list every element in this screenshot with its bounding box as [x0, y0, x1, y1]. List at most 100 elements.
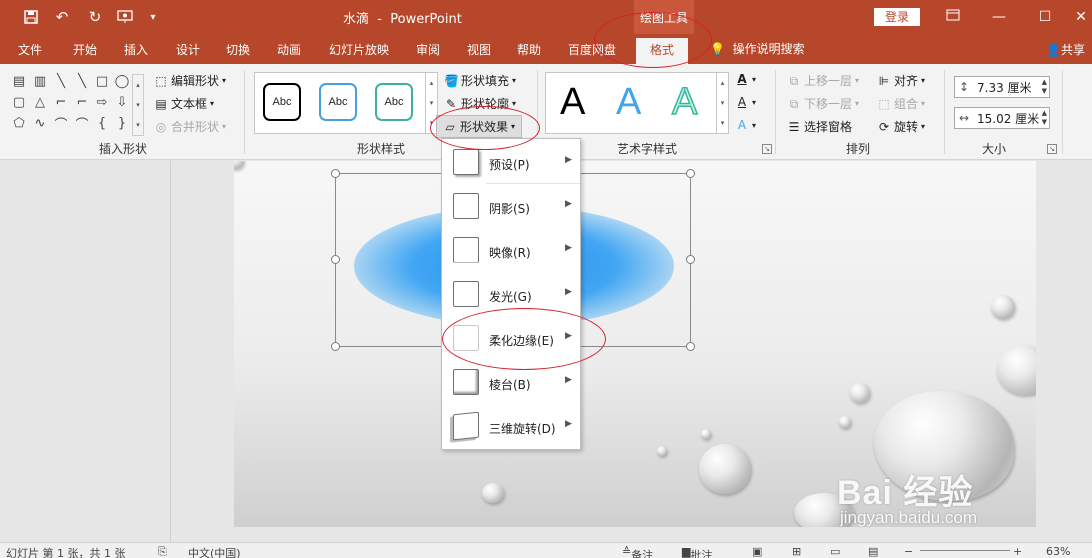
resize-handle[interactable]	[331, 169, 340, 178]
language-indicator[interactable]: 中文(中国)	[188, 545, 241, 558]
shape-fill-button[interactable]: 🪣 形状填充 ▾	[444, 72, 516, 89]
reading-view-icon[interactable]: ▭	[830, 545, 840, 558]
tab-design[interactable]: 设计	[176, 41, 200, 58]
save-icon[interactable]	[20, 7, 42, 27]
zoom-slider[interactable]	[920, 550, 1010, 551]
tab-home[interactable]: 开始	[73, 41, 97, 58]
bring-forward-button[interactable]: ⧉ 上移一层 ▾	[787, 72, 859, 89]
zoom-in-icon[interactable]: +	[1013, 545, 1022, 558]
submenu-arrow-icon: ▶	[565, 243, 572, 253]
menu-item-3d-rotation[interactable]: 三维旋转(D) ▶	[442, 407, 580, 447]
size-launcher-icon[interactable]: ↘	[1047, 144, 1057, 154]
shape-style-sample[interactable]: Abc	[263, 83, 301, 121]
wordart-sample[interactable]: A	[560, 79, 585, 125]
selection-pane-button[interactable]: ☰ 选择窗格	[787, 118, 852, 135]
shape-height-input[interactable]: ↕ 7.33 厘米 ▲ ▼	[954, 76, 1050, 98]
login-button[interactable]: 登录	[874, 8, 920, 26]
tab-review[interactable]: 审阅	[416, 41, 440, 58]
group-separator	[244, 70, 245, 154]
curve-icon[interactable]: ⌒	[53, 115, 69, 133]
customize-icon[interactable]: ▾	[142, 7, 164, 27]
tab-transitions[interactable]: 切换	[226, 41, 250, 58]
right-arrow-icon[interactable]: ⇨	[94, 94, 110, 110]
elbow-connector-icon[interactable]: ⌐	[74, 94, 90, 110]
resize-handle[interactable]	[686, 169, 695, 178]
freeform-icon[interactable]: ⬠	[11, 115, 27, 131]
glow-icon	[453, 281, 479, 307]
text-effects-button[interactable]: A ▾	[735, 118, 756, 132]
zoom-level[interactable]: 63%	[1046, 545, 1070, 558]
line-icon[interactable]: ╲	[74, 73, 90, 89]
shape-width-input[interactable]: ↔ 15.02 厘米 ▲ ▼	[954, 107, 1050, 129]
annotation-soft-edges	[442, 308, 606, 370]
maximize-icon[interactable]: ☐	[1032, 6, 1058, 28]
menu-item-preset[interactable]: 预设(P) ▶	[442, 143, 580, 183]
minimize-icon[interactable]: —	[986, 6, 1012, 28]
shape-gallery-scroll[interactable]: ▴ ▾ ▾	[132, 74, 144, 136]
send-backward-button[interactable]: ⧉ 下移一层 ▾	[787, 95, 859, 112]
share-button[interactable]: 👤共享	[1046, 41, 1085, 58]
shape-style-sample[interactable]: Abc	[319, 83, 357, 121]
tell-me-search[interactable]: 💡 操作说明搜索	[710, 40, 805, 57]
width-spinner[interactable]: ▲ ▼	[1042, 109, 1047, 127]
redo-icon[interactable]: ↻	[84, 7, 106, 27]
comments-button[interactable]: ▆ 批注	[682, 545, 712, 558]
menu-item-shadow[interactable]: 阴影(S) ▶	[442, 187, 580, 227]
tab-file[interactable]: 文件	[18, 41, 42, 58]
edit-shape-button[interactable]: ⬚ 编辑形状 ▾	[154, 72, 226, 89]
line-icon[interactable]: ╲	[53, 73, 69, 89]
triangle-icon[interactable]: △	[32, 94, 48, 110]
watermark-url: jingyan.baidu.com	[840, 508, 978, 527]
wordart-launcher-icon[interactable]: ↘	[762, 144, 772, 154]
rotate-button[interactable]: ⟳ 旋转 ▾	[877, 118, 925, 135]
merge-shapes-button[interactable]: ◎ 合并形状 ▾	[154, 118, 226, 135]
textbox-shape-icon[interactable]: ▤	[11, 73, 27, 89]
menu-item-reflection[interactable]: 映像(R) ▶	[442, 231, 580, 271]
text-outline-button[interactable]: A ▾	[735, 95, 756, 109]
ribbon-display-icon[interactable]	[940, 6, 966, 28]
resize-handle[interactable]	[686, 342, 695, 351]
merge-shapes-icon: ◎	[155, 119, 167, 134]
oval-icon[interactable]: ◯	[114, 73, 130, 89]
tab-slideshow[interactable]: 幻灯片放映	[329, 41, 389, 58]
tab-insert[interactable]: 插入	[124, 41, 148, 58]
resize-handle[interactable]	[331, 342, 340, 351]
slideshow-view-icon[interactable]: ▤	[868, 545, 878, 558]
left-brace-icon[interactable]: {	[94, 115, 110, 131]
tab-help[interactable]: 帮助	[517, 41, 541, 58]
scribble-icon[interactable]: ∿	[32, 115, 48, 131]
spellcheck-icon[interactable]: ⎘	[158, 545, 167, 558]
elbow-connector-icon[interactable]: ⌐	[53, 94, 69, 110]
undo-icon[interactable]: ↶	[51, 7, 73, 27]
rectangle-icon[interactable]: □	[94, 73, 110, 89]
group-separator	[775, 70, 776, 154]
wordart-sample[interactable]: A	[616, 79, 641, 125]
arc-icon[interactable]: ⌒	[74, 115, 90, 133]
resize-handle[interactable]	[686, 255, 695, 264]
align-button[interactable]: ⊫ 对齐 ▾	[877, 72, 925, 89]
tab-view[interactable]: 视图	[467, 41, 491, 58]
vertical-textbox-icon[interactable]: ▥	[32, 73, 48, 89]
text-fill-button[interactable]: A ▾	[735, 72, 756, 86]
textbox-icon: ▤	[155, 96, 167, 111]
down-arrow-icon[interactable]: ⇩	[114, 94, 130, 110]
normal-view-icon[interactable]: ▣	[752, 545, 762, 558]
right-brace-icon[interactable]: }	[114, 115, 130, 131]
text-box-button[interactable]: ▤ 文本框 ▾	[154, 95, 214, 112]
slide-sorter-icon[interactable]: ⊞	[792, 545, 801, 558]
rounded-rectangle-icon[interactable]: ▢	[11, 94, 27, 110]
group-button[interactable]: ⬚ 组合 ▾	[877, 95, 925, 112]
height-spinner[interactable]: ▲ ▼	[1042, 78, 1047, 96]
slide-thumbnail-pane[interactable]	[0, 161, 171, 542]
wordart-sample[interactable]: A	[671, 79, 698, 125]
notes-button[interactable]: ≙ 备注	[622, 545, 653, 558]
wordart-gallery-scroll[interactable]: ▴ ▾ ▾	[716, 73, 728, 133]
rotate-icon: ⟳	[878, 119, 890, 134]
tab-animations[interactable]: 动画	[277, 41, 301, 58]
zoom-out-icon[interactable]: −	[904, 545, 913, 558]
resize-handle[interactable]	[331, 255, 340, 264]
width-icon: ↔	[959, 111, 970, 125]
present-icon[interactable]	[114, 7, 136, 27]
shape-style-sample[interactable]: Abc	[375, 83, 413, 121]
close-icon[interactable]: ✕	[1068, 6, 1092, 28]
